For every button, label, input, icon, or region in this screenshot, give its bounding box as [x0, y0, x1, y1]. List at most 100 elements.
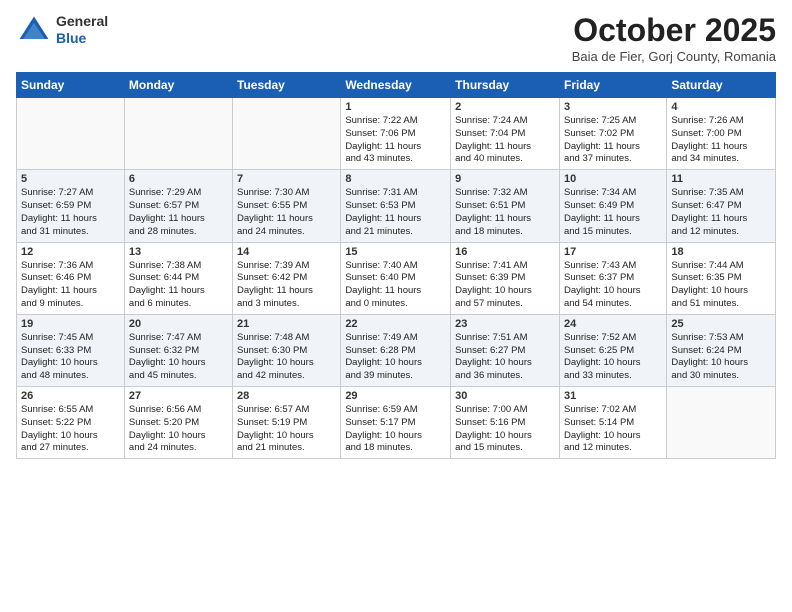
day-cell: 23 Sunrise: 7:51 AM Sunset: 6:27 PM Dayli… — [451, 314, 560, 386]
day-cell: 24Sunrise: 7:52 AM Sunset: 6:25 PM Dayli… — [559, 314, 666, 386]
day-info: Sunrise: 7:38 AM Sunset: 6:44 PM Dayligh… — [129, 260, 228, 311]
day-cell: 16 Sunrise: 7:41 AM Sunset: 6:39 PM Dayli… — [451, 242, 560, 314]
day-info: Sunrise: 6:59 AM Sunset: 5:17 PM Dayligh… — [345, 404, 446, 455]
day-number: 30 — [455, 390, 555, 402]
month-title: October 2025 — [572, 12, 776, 49]
day-cell: 14 Sunrise: 7:39 AM Sunset: 6:42 PM Dayli… — [233, 242, 341, 314]
day-number: 7 — [237, 173, 336, 185]
day-info: Sunrise: 7:29 AM Sunset: 6:57 PM Dayligh… — [129, 187, 228, 238]
day-info: Sunrise: 6:57 AM Sunset: 5:19 PM Dayligh… — [237, 404, 336, 455]
day-number: 12 — [21, 246, 120, 258]
day-info: Sunrise: 7:35 AM Sunset: 6:47 PM Dayligh… — [671, 187, 771, 238]
day-cell: 22 Sunrise: 7:49 AM Sunset: 6:28 PM Dayli… — [341, 314, 451, 386]
day-cell: 13 Sunrise: 7:38 AM Sunset: 6:44 PM Dayli… — [124, 242, 232, 314]
day-number: 17 — [564, 246, 662, 258]
day-info: Sunrise: 7:47 AM Sunset: 6:32 PM Dayligh… — [129, 332, 228, 383]
day-number: 1 — [345, 101, 446, 113]
logo-text: General Blue — [56, 13, 108, 47]
day-cell — [667, 387, 776, 459]
day-number: 14 — [237, 246, 336, 258]
weekday-header-wednesday: Wednesday — [341, 73, 451, 98]
day-info: Sunrise: 7:39 AM Sunset: 6:42 PM Dayligh… — [237, 260, 336, 311]
page: General Blue October 2025 Baia de Fier, … — [0, 0, 792, 612]
day-info: Sunrise: 7:51 AM Sunset: 6:27 PM Dayligh… — [455, 332, 555, 383]
day-cell — [124, 98, 232, 170]
day-cell: 3 Sunrise: 7:25 AM Sunset: 7:02 PM Daylig… — [559, 98, 666, 170]
day-cell: 15 Sunrise: 7:40 AM Sunset: 6:40 PM Dayli… — [341, 242, 451, 314]
day-cell: 25 Sunrise: 7:53 AM Sunset: 6:24 PM Dayli… — [667, 314, 776, 386]
day-cell: 26Sunrise: 6:55 AM Sunset: 5:22 PM Dayli… — [17, 387, 125, 459]
day-number: 26 — [21, 390, 120, 402]
week-row-1: 1 Sunrise: 7:22 AM Sunset: 7:06 PM Daylig… — [17, 98, 776, 170]
day-cell — [17, 98, 125, 170]
weekday-header-thursday: Thursday — [451, 73, 560, 98]
day-info: Sunrise: 7:32 AM Sunset: 6:51 PM Dayligh… — [455, 187, 555, 238]
day-info: Sunrise: 7:49 AM Sunset: 6:28 PM Dayligh… — [345, 332, 446, 383]
day-cell: 18 Sunrise: 7:44 AM Sunset: 6:35 PM Dayli… — [667, 242, 776, 314]
day-info: Sunrise: 7:52 AM Sunset: 6:25 PM Dayligh… — [564, 332, 662, 383]
day-number: 11 — [671, 173, 771, 185]
day-number: 16 — [455, 246, 555, 258]
week-row-5: 26Sunrise: 6:55 AM Sunset: 5:22 PM Dayli… — [17, 387, 776, 459]
day-number: 22 — [345, 318, 446, 330]
day-number: 31 — [564, 390, 662, 402]
day-cell: 1 Sunrise: 7:22 AM Sunset: 7:06 PM Daylig… — [341, 98, 451, 170]
weekday-header-monday: Monday — [124, 73, 232, 98]
day-info: Sunrise: 7:34 AM Sunset: 6:49 PM Dayligh… — [564, 187, 662, 238]
day-number: 5 — [21, 173, 120, 185]
day-cell: 10 Sunrise: 7:34 AM Sunset: 6:49 PM Dayli… — [559, 170, 666, 242]
day-info: Sunrise: 7:36 AM Sunset: 6:46 PM Dayligh… — [21, 260, 120, 311]
logo: General Blue — [16, 12, 108, 48]
day-cell: 2Sunrise: 7:24 AM Sunset: 7:04 PM Daylig… — [451, 98, 560, 170]
day-number: 3 — [564, 101, 662, 113]
day-cell: 9 Sunrise: 7:32 AM Sunset: 6:51 PM Daylig… — [451, 170, 560, 242]
day-cell: 6Sunrise: 7:29 AM Sunset: 6:57 PM Daylig… — [124, 170, 232, 242]
day-cell: 27 Sunrise: 6:56 AM Sunset: 5:20 PM Dayli… — [124, 387, 232, 459]
week-row-2: 5 Sunrise: 7:27 AM Sunset: 6:59 PM Daylig… — [17, 170, 776, 242]
day-number: 10 — [564, 173, 662, 185]
header: General Blue October 2025 Baia de Fier, … — [16, 12, 776, 64]
day-number: 13 — [129, 246, 228, 258]
day-number: 23 — [455, 318, 555, 330]
day-info: Sunrise: 7:53 AM Sunset: 6:24 PM Dayligh… — [671, 332, 771, 383]
day-info: Sunrise: 7:30 AM Sunset: 6:55 PM Dayligh… — [237, 187, 336, 238]
day-number: 9 — [455, 173, 555, 185]
day-cell — [233, 98, 341, 170]
day-number: 18 — [671, 246, 771, 258]
location: Baia de Fier, Gorj County, Romania — [572, 49, 776, 64]
day-info: Sunrise: 7:41 AM Sunset: 6:39 PM Dayligh… — [455, 260, 555, 311]
day-cell: 30 Sunrise: 7:00 AM Sunset: 5:16 PM Dayli… — [451, 387, 560, 459]
day-info: Sunrise: 7:27 AM Sunset: 6:59 PM Dayligh… — [21, 187, 120, 238]
day-info: Sunrise: 7:44 AM Sunset: 6:35 PM Dayligh… — [671, 260, 771, 311]
day-info: Sunrise: 7:31 AM Sunset: 6:53 PM Dayligh… — [345, 187, 446, 238]
day-number: 15 — [345, 246, 446, 258]
day-number: 8 — [345, 173, 446, 185]
day-info: Sunrise: 7:43 AM Sunset: 6:37 PM Dayligh… — [564, 260, 662, 311]
day-info: Sunrise: 7:25 AM Sunset: 7:02 PM Dayligh… — [564, 115, 662, 166]
day-cell: 11 Sunrise: 7:35 AM Sunset: 6:47 PM Dayli… — [667, 170, 776, 242]
weekday-header-tuesday: Tuesday — [233, 73, 341, 98]
day-cell: 28Sunrise: 6:57 AM Sunset: 5:19 PM Dayli… — [233, 387, 341, 459]
day-info: Sunrise: 7:40 AM Sunset: 6:40 PM Dayligh… — [345, 260, 446, 311]
day-cell: 19Sunrise: 7:45 AM Sunset: 6:33 PM Dayli… — [17, 314, 125, 386]
day-info: Sunrise: 7:00 AM Sunset: 5:16 PM Dayligh… — [455, 404, 555, 455]
weekday-header-friday: Friday — [559, 73, 666, 98]
day-cell: 20 Sunrise: 7:47 AM Sunset: 6:32 PM Dayli… — [124, 314, 232, 386]
day-number: 25 — [671, 318, 771, 330]
day-cell: 31 Sunrise: 7:02 AM Sunset: 5:14 PM Dayli… — [559, 387, 666, 459]
title-block: October 2025 Baia de Fier, Gorj County, … — [572, 12, 776, 64]
weekday-header-sunday: Sunday — [17, 73, 125, 98]
week-row-3: 12 Sunrise: 7:36 AM Sunset: 6:46 PM Dayli… — [17, 242, 776, 314]
day-cell: 7 Sunrise: 7:30 AM Sunset: 6:55 PM Daylig… — [233, 170, 341, 242]
week-row-4: 19Sunrise: 7:45 AM Sunset: 6:33 PM Dayli… — [17, 314, 776, 386]
day-info: Sunrise: 7:22 AM Sunset: 7:06 PM Dayligh… — [345, 115, 446, 166]
day-cell: 8 Sunrise: 7:31 AM Sunset: 6:53 PM Daylig… — [341, 170, 451, 242]
day-number: 19 — [21, 318, 120, 330]
day-info: Sunrise: 6:56 AM Sunset: 5:20 PM Dayligh… — [129, 404, 228, 455]
logo-icon — [16, 12, 52, 48]
calendar: SundayMondayTuesdayWednesdayThursdayFrid… — [16, 72, 776, 459]
day-info: Sunrise: 7:48 AM Sunset: 6:30 PM Dayligh… — [237, 332, 336, 383]
day-number: 20 — [129, 318, 228, 330]
day-number: 27 — [129, 390, 228, 402]
day-info: Sunrise: 7:02 AM Sunset: 5:14 PM Dayligh… — [564, 404, 662, 455]
